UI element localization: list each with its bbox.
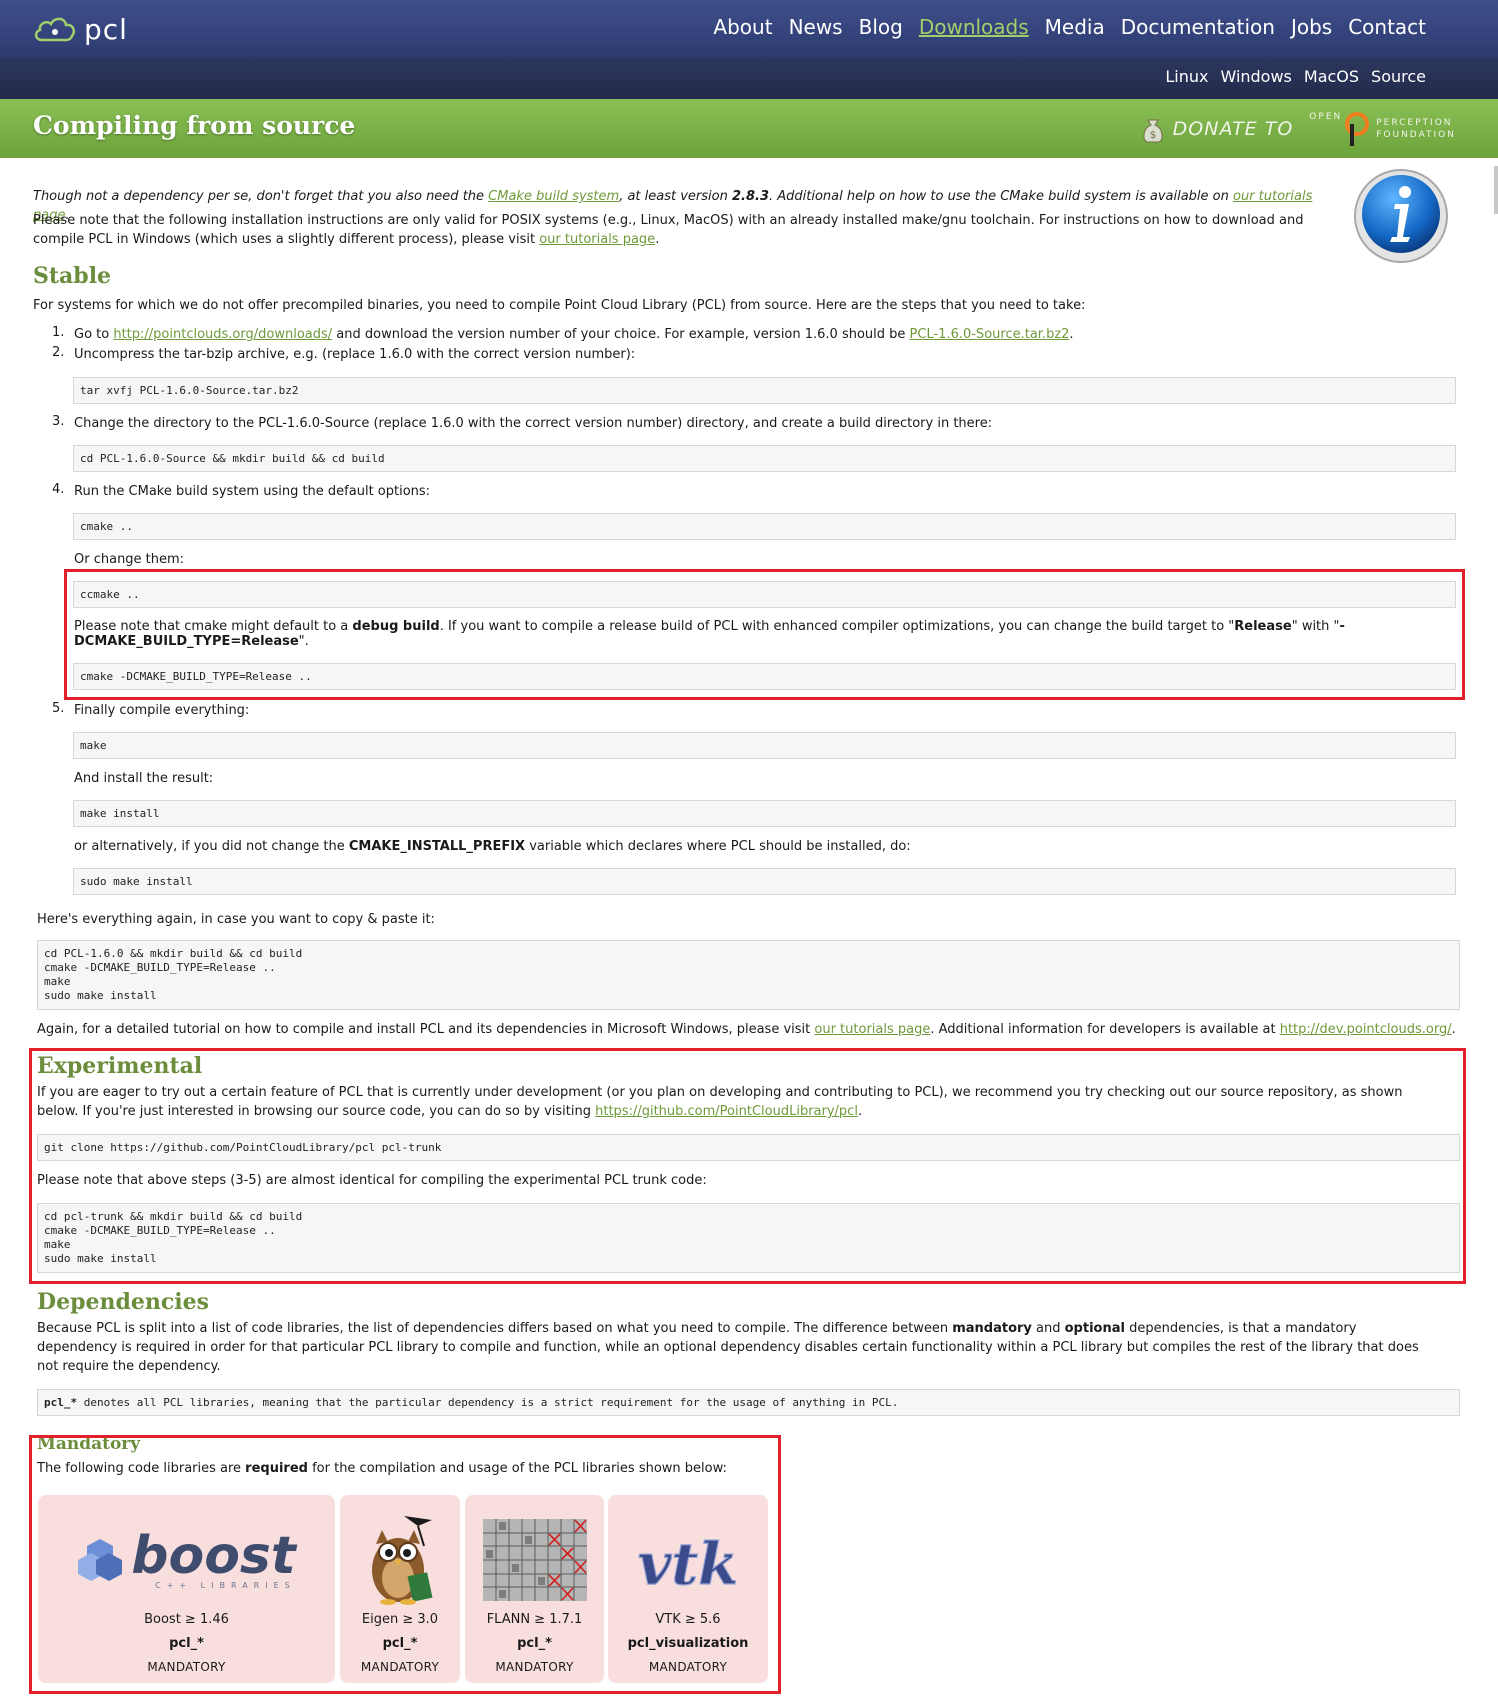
subnav-linux[interactable]: Linux	[1165, 67, 1208, 86]
outro-text: .	[1451, 1022, 1456, 1037]
step-number: 4.	[52, 482, 65, 497]
or-change-text: Or change them:	[74, 552, 185, 567]
step-number: 2.	[52, 345, 65, 360]
code-block[interactable]: sudo make install	[73, 868, 1456, 895]
nav-jobs[interactable]: Jobs	[1291, 15, 1332, 39]
nav-media[interactable]: Media	[1045, 15, 1105, 39]
step-text: Go to	[74, 327, 114, 342]
donate-link[interactable]: $ DONATE TO OPEN PERCEPTION FOUNDATION	[1139, 109, 1456, 149]
cmake-link[interactable]: CMake build system	[488, 189, 619, 204]
step-number: 1.	[52, 325, 65, 340]
highlight-box-release-build	[64, 569, 1465, 700]
logo-text: pcl	[84, 12, 128, 46]
alt-text: or alternatively, if you did not change …	[74, 839, 349, 854]
code-block-note: pcl_* denotes all PCL libraries, meaning…	[37, 1389, 1460, 1416]
step-4: Run the CMake build system using the def…	[74, 484, 431, 499]
stable-intro: For systems for which we do not offer pr…	[33, 298, 1086, 313]
cloud-logo-icon	[34, 17, 75, 42]
sub-navigation-bar: Linux Windows MacOS Source	[0, 57, 1498, 99]
outro-text: Again, for a detailed tutorial on how to…	[37, 1022, 815, 1037]
highlight-box-mandatory	[29, 1435, 781, 1694]
dependencies-text: and	[1031, 1321, 1065, 1336]
copy-paste-text: Here's everything again, in case you wan…	[37, 912, 435, 927]
nav-contact[interactable]: Contact	[1348, 15, 1426, 39]
subnav-source[interactable]: Source	[1371, 67, 1426, 86]
section-heading-stable: Stable	[33, 263, 112, 289]
tutorials-link[interactable]: our tutorials page	[539, 232, 655, 247]
install-text: And install the result:	[74, 771, 214, 786]
dependencies-bold: mandatory	[952, 1321, 1032, 1336]
code-block[interactable]: tar xvfj PCL-1.6.0-Source.tar.bz2	[73, 377, 1456, 404]
step-text: and download the version number of your …	[332, 327, 910, 342]
donate-text: DONATE TO	[1172, 118, 1294, 140]
code-block[interactable]: cd PCL-1.6.0-Source && mkdir build && cd…	[73, 445, 1456, 472]
svg-text:$: $	[1149, 130, 1155, 141]
code-block[interactable]: make	[73, 732, 1456, 759]
code-bold: pcl_*	[44, 1396, 78, 1409]
dev-pointclouds-link[interactable]: http://dev.pointclouds.org/	[1280, 1022, 1452, 1037]
intro-text: . Additional help on how to use the CMak…	[769, 189, 1233, 204]
step-5: Finally compile everything:	[74, 703, 250, 718]
code-content: cd PCL-1.6.0 && mkdir build && cd build …	[44, 947, 303, 1002]
stable-outro: Again, for a detailed tutorial on how to…	[37, 1020, 1457, 1039]
dependencies-intro: Because PCL is split into a list of code…	[37, 1319, 1437, 1376]
dependencies-text: Because PCL is split into a list of code…	[37, 1321, 953, 1336]
code-block[interactable]: cmake ..	[73, 513, 1456, 540]
alternative-text: or alternatively, if you did not change …	[74, 837, 1454, 856]
page-banner: Compiling from source $ DONATE TO OPEN P…	[0, 99, 1498, 158]
dependencies-bold: optional	[1064, 1321, 1125, 1336]
tutorials-link[interactable]: our tutorials page	[814, 1022, 930, 1037]
downloads-link[interactable]: http://pointclouds.org/downloads/	[113, 327, 332, 342]
money-bag-icon: $	[1143, 119, 1163, 143]
step-2: Uncompress the tar-bzip archive, e.g. (r…	[74, 347, 636, 362]
subnav-windows[interactable]: Windows	[1220, 67, 1291, 86]
code-text: denotes all PCL libraries, meaning that …	[77, 1396, 899, 1409]
pcl-logo[interactable]: pcl	[32, 12, 128, 46]
highlight-box-experimental	[29, 1048, 1466, 1284]
nav-documentation[interactable]: Documentation	[1121, 15, 1275, 39]
outro-text: . Additional information for developers …	[930, 1022, 1280, 1037]
code-block[interactable]: make install	[73, 800, 1456, 827]
nav-blog[interactable]: Blog	[859, 15, 903, 39]
subnav-macos[interactable]: MacOS	[1304, 67, 1359, 86]
nav-about[interactable]: About	[713, 15, 772, 39]
main-nav: About News Blog Downloads Media Document…	[697, 15, 1426, 39]
org-name: PERCEPTION FOUNDATION	[1376, 117, 1456, 141]
org-open-text: OPEN	[1309, 112, 1343, 122]
step-3: Change the directory to the PCL-1.6.0-So…	[74, 416, 993, 431]
org-line-1: PERCEPTION	[1376, 118, 1453, 128]
intro-text: , at least version	[619, 189, 732, 204]
step-number: 5.	[52, 701, 65, 716]
info-icon	[1354, 169, 1448, 263]
nav-news[interactable]: News	[789, 15, 843, 39]
sub-nav: Linux Windows MacOS Source	[1153, 67, 1426, 86]
nav-downloads[interactable]: Downloads	[919, 15, 1029, 39]
page-title: Compiling from source	[33, 111, 356, 140]
top-navigation-bar: pcl About News Blog Downloads Media Docu…	[0, 0, 1498, 57]
org-line-2: FOUNDATION	[1376, 130, 1456, 140]
intro-text: Though not a dependency per se, don't fo…	[33, 189, 489, 204]
step-1: Go to http://pointclouds.org/downloads/ …	[74, 325, 1454, 344]
alt-text: variable which declares where PCL should…	[525, 839, 911, 854]
intro-text: .	[655, 232, 660, 247]
intro-paragraph-2: Please note that the following installat…	[33, 211, 1338, 249]
source-archive-link[interactable]: PCL-1.6.0-Source.tar.bz2	[910, 327, 1070, 342]
step-number: 3.	[52, 414, 65, 429]
step-text: .	[1069, 327, 1074, 342]
scrollbar-thumb[interactable]	[1494, 166, 1498, 214]
perception-foundation-icon	[1345, 112, 1370, 146]
section-heading-dependencies: Dependencies	[37, 1289, 209, 1315]
alt-bold: CMAKE_INSTALL_PREFIX	[348, 839, 526, 854]
code-block-all[interactable]: cd PCL-1.6.0 && mkdir build && cd build …	[37, 940, 1460, 1010]
cmake-version: 2.8.3	[731, 189, 769, 204]
intro-text: Please note that the following installat…	[33, 213, 1304, 247]
